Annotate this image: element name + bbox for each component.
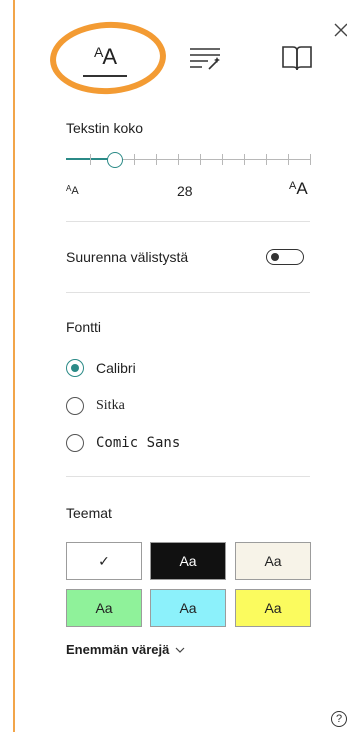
theme-swatch-green[interactable]: Aa [66, 589, 142, 627]
themes-label: Teemat [66, 505, 112, 521]
text-size-icon: AA [93, 43, 117, 69]
more-colors-label: Enemmän värejä [66, 642, 170, 657]
slider-tick [288, 154, 289, 165]
slider-tick [266, 154, 267, 165]
divider [66, 476, 310, 477]
toggle-knob [271, 253, 279, 261]
chevron-down-icon [175, 647, 185, 653]
help-icon[interactable]: ? [331, 711, 347, 727]
text-size-label: Tekstin koko [66, 120, 144, 136]
font-option-sitka[interactable]: Sitka [66, 395, 266, 417]
text-size-value: 28 [177, 183, 193, 199]
swatch-label: Aa [264, 600, 282, 616]
spacing-toggle[interactable] [266, 249, 304, 265]
book-icon [282, 46, 312, 71]
large-text-size-glyph: AA [289, 179, 308, 198]
grammar-options-icon [190, 48, 220, 70]
tab-reading-preferences[interactable] [277, 34, 317, 82]
divider [66, 221, 310, 222]
swatch-label: Aa [179, 553, 197, 569]
swatch-label: Aa [95, 600, 113, 616]
theme-swatch-yellow[interactable]: Aa [235, 589, 311, 627]
theme-swatch-black[interactable]: Aa [150, 542, 226, 580]
close-icon[interactable] [331, 20, 347, 40]
slider-tick [134, 154, 135, 165]
font-option-calibri[interactable]: Calibri [66, 357, 266, 379]
swatch-label: Aa [179, 600, 197, 616]
slider-tick [244, 154, 245, 165]
tab-text-options[interactable]: AA [65, 28, 145, 88]
theme-swatch-cyan[interactable]: Aa [150, 589, 226, 627]
immersive-reader-options-panel: AA Tekstin koko AA 28 AA Suurenna välist… [15, 0, 347, 732]
theme-swatch-white[interactable]: ✓ [66, 542, 142, 580]
divider [66, 292, 310, 293]
swatch-label: Aa [264, 553, 282, 569]
radio-unchecked[interactable] [66, 434, 84, 452]
font-label: Fontti [66, 319, 102, 335]
text-size-slider[interactable] [66, 150, 311, 170]
spacing-label: Suurenna välistystä [66, 249, 189, 265]
slider-thumb[interactable] [107, 152, 123, 168]
slider-tick [222, 154, 223, 165]
radio-unchecked[interactable] [66, 397, 84, 415]
tab-grammar-options[interactable] [185, 34, 225, 82]
font-option-label: Comic Sans [96, 435, 181, 451]
radio-checked[interactable] [66, 359, 84, 377]
slider-tick [156, 154, 157, 165]
slider-tick [90, 154, 91, 165]
check-icon: ✓ [98, 552, 110, 569]
slider-tick [178, 154, 179, 165]
font-option-label: Calibri [96, 360, 136, 376]
active-tab-indicator [83, 74, 127, 77]
theme-swatch-cream[interactable]: Aa [235, 542, 311, 580]
font-option-comic-sans[interactable]: Comic Sans [66, 432, 266, 454]
more-colors-button[interactable]: Enemmän värejä [66, 642, 185, 657]
font-option-label: Sitka [96, 398, 125, 413]
slider-tick [200, 154, 201, 165]
slider-tick [310, 154, 311, 165]
small-text-size-glyph: AA [66, 184, 79, 197]
